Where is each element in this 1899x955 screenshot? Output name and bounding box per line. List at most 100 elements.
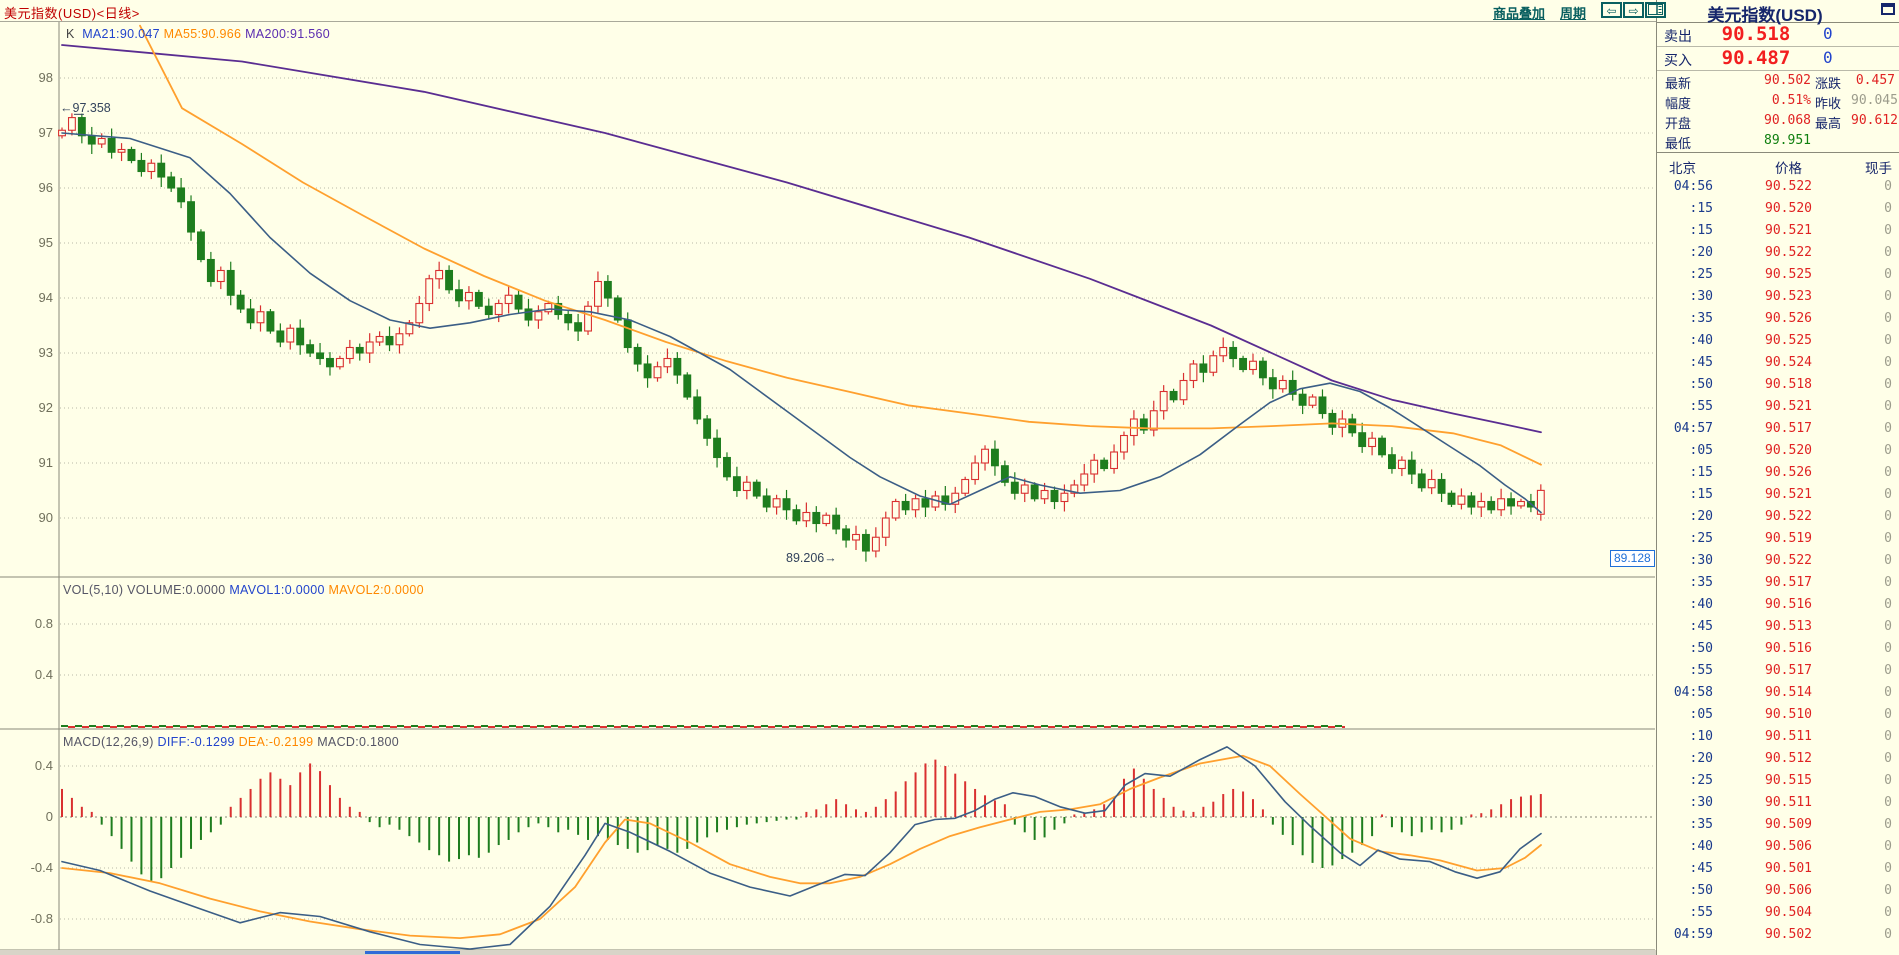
stat-label: 最低 bbox=[1665, 136, 1691, 151]
stat-value: 0.51% bbox=[1701, 93, 1811, 108]
tick-row[interactable]: :4090.5160 bbox=[1657, 594, 1899, 616]
tick-row[interactable]: :5090.5060 bbox=[1657, 880, 1899, 902]
trading-app-window: 美元指数(USD)<日线> 商品叠加 周期 ⇦ ⇨ 90919293949596… bbox=[0, 0, 1899, 955]
tick-price: 90.525 bbox=[1717, 333, 1812, 348]
stat-label: 涨跌 bbox=[1815, 76, 1841, 91]
stat-value: 90.068 bbox=[1701, 113, 1811, 128]
tick-volume: 0 bbox=[1884, 509, 1892, 524]
tick-time: :20 bbox=[1657, 509, 1713, 524]
tick-row[interactable]: 04:5890.5140 bbox=[1657, 682, 1899, 704]
tick-row[interactable]: :4590.5240 bbox=[1657, 352, 1899, 374]
sell-row[interactable]: 卖出 90.518 0 bbox=[1657, 23, 1899, 47]
tick-row[interactable]: :5590.5210 bbox=[1657, 396, 1899, 418]
tick-row[interactable]: :2090.5220 bbox=[1657, 506, 1899, 528]
tick-volume: 0 bbox=[1884, 487, 1892, 502]
quote-panel: 美元指数(USD) 卖出 90.518 0 买入 90.487 0 最新90.5… bbox=[1656, 0, 1899, 955]
tick-time: :55 bbox=[1657, 905, 1713, 920]
scrollbar-thumb[interactable] bbox=[365, 951, 460, 954]
tick-price: 90.519 bbox=[1717, 531, 1812, 546]
arrow-right-icon[interactable]: ⇨ bbox=[1623, 2, 1644, 18]
tick-row[interactable]: :3590.5260 bbox=[1657, 308, 1899, 330]
restore-window-icon[interactable] bbox=[1881, 3, 1895, 15]
tick-price: 90.522 bbox=[1717, 245, 1812, 260]
tick-price: 90.501 bbox=[1717, 861, 1812, 876]
tick-row[interactable]: :2090.5220 bbox=[1657, 242, 1899, 264]
tick-row[interactable]: :2590.5250 bbox=[1657, 264, 1899, 286]
tick-price: 90.515 bbox=[1717, 773, 1812, 788]
tick-row[interactable]: :3090.5110 bbox=[1657, 792, 1899, 814]
chart-area[interactable]: 美元指数(USD)<日线> 商品叠加 周期 ⇦ ⇨ 90919293949596… bbox=[0, 0, 1656, 955]
tick-time: :15 bbox=[1657, 487, 1713, 502]
tick-row[interactable]: :1590.5210 bbox=[1657, 484, 1899, 506]
tick-time: :30 bbox=[1657, 553, 1713, 568]
tick-volume: 0 bbox=[1884, 927, 1892, 942]
tick-row[interactable]: :5590.5040 bbox=[1657, 902, 1899, 924]
tick-row[interactable]: 04:5690.5220 bbox=[1657, 176, 1899, 198]
right-axis-price-tag: 89.128 bbox=[1610, 550, 1655, 567]
stat-最低: 最低 89.951 bbox=[1665, 133, 1811, 153]
tick-row[interactable]: :3590.5090 bbox=[1657, 814, 1899, 836]
tick-row[interactable]: :4590.5010 bbox=[1657, 858, 1899, 880]
tick-price: 90.511 bbox=[1717, 795, 1812, 810]
main-axis-label: 90 bbox=[39, 510, 53, 525]
tick-time: :10 bbox=[1657, 729, 1713, 744]
tick-row[interactable]: :0590.5100 bbox=[1657, 704, 1899, 726]
tick-list[interactable]: 04:5690.5220:1590.5200:1590.5210:2090.52… bbox=[1657, 176, 1899, 946]
tick-price: 90.522 bbox=[1717, 179, 1812, 194]
tick-time: :15 bbox=[1657, 201, 1713, 216]
arrow-left-icon[interactable]: ⇦ bbox=[1601, 2, 1622, 18]
high-price-annotation: ←97.358 bbox=[60, 101, 111, 115]
macd-axis-label: 0.4 bbox=[35, 758, 53, 773]
tick-row[interactable]: :3590.5170 bbox=[1657, 572, 1899, 594]
quote-stats: 最新90.502涨跌0.457幅度0.51%昨收90.045开盘90.068最高… bbox=[1657, 71, 1899, 153]
stat-label: 开盘 bbox=[1665, 116, 1691, 131]
overlay-link[interactable]: 商品叠加 bbox=[1493, 3, 1545, 22]
legend-dea: DEA:-0.2199 bbox=[239, 735, 314, 749]
period-link[interactable]: 周期 bbox=[1560, 3, 1586, 22]
tick-row[interactable]: :3090.5220 bbox=[1657, 550, 1899, 572]
tick-price: 90.514 bbox=[1717, 685, 1812, 700]
buy-row[interactable]: 买入 90.487 0 bbox=[1657, 47, 1899, 71]
tick-volume: 0 bbox=[1884, 399, 1892, 414]
stat-value: 89.951 bbox=[1701, 133, 1811, 148]
tick-row[interactable]: :5090.5180 bbox=[1657, 374, 1899, 396]
tick-volume: 0 bbox=[1884, 883, 1892, 898]
tick-row[interactable]: 04:5990.5020 bbox=[1657, 924, 1899, 946]
tick-row[interactable]: :0590.5200 bbox=[1657, 440, 1899, 462]
tick-row[interactable]: :2590.5190 bbox=[1657, 528, 1899, 550]
tick-row[interactable]: :4090.5250 bbox=[1657, 330, 1899, 352]
quote-panel-header: 美元指数(USD) bbox=[1657, 0, 1899, 23]
main-axis-label: 95 bbox=[39, 235, 53, 250]
tick-row[interactable]: :4090.5060 bbox=[1657, 836, 1899, 858]
tick-time: :30 bbox=[1657, 795, 1713, 810]
tick-row[interactable]: :4590.5130 bbox=[1657, 616, 1899, 638]
tick-row[interactable]: :1590.5260 bbox=[1657, 462, 1899, 484]
tick-time: :45 bbox=[1657, 619, 1713, 634]
tick-row[interactable]: :1590.5200 bbox=[1657, 198, 1899, 220]
tick-row[interactable]: :1590.5210 bbox=[1657, 220, 1899, 242]
candlestick-chart-canvas[interactable]: 9091929394959697980.40.80.40-0.4-0.8 bbox=[0, 0, 1656, 955]
split-view-icon[interactable] bbox=[1645, 2, 1666, 18]
tick-volume: 0 bbox=[1884, 861, 1892, 876]
tick-row[interactable]: 04:5790.5170 bbox=[1657, 418, 1899, 440]
tick-row[interactable]: :1090.5110 bbox=[1657, 726, 1899, 748]
tick-price: 90.502 bbox=[1717, 927, 1812, 942]
tick-volume: 0 bbox=[1884, 311, 1892, 326]
horizontal-scrollbar[interactable] bbox=[0, 950, 1656, 955]
tick-time: :40 bbox=[1657, 597, 1713, 612]
tick-price: 90.516 bbox=[1717, 597, 1812, 612]
tick-time: 04:58 bbox=[1657, 685, 1713, 700]
tick-row[interactable]: :2590.5150 bbox=[1657, 770, 1899, 792]
stat-最高: 最高90.612 bbox=[1815, 113, 1895, 133]
main-axis-label: 97 bbox=[39, 125, 53, 140]
tick-row[interactable]: :5090.5160 bbox=[1657, 638, 1899, 660]
tick-row[interactable]: :2090.5120 bbox=[1657, 748, 1899, 770]
tick-time: :50 bbox=[1657, 883, 1713, 898]
tick-time: :40 bbox=[1657, 333, 1713, 348]
tick-volume: 0 bbox=[1884, 751, 1892, 766]
tick-price: 90.513 bbox=[1717, 619, 1812, 634]
stat-value: 90.045 bbox=[1851, 93, 1895, 108]
tick-row[interactable]: :5590.5170 bbox=[1657, 660, 1899, 682]
tick-price: 90.517 bbox=[1717, 421, 1812, 436]
tick-row[interactable]: :3090.5230 bbox=[1657, 286, 1899, 308]
